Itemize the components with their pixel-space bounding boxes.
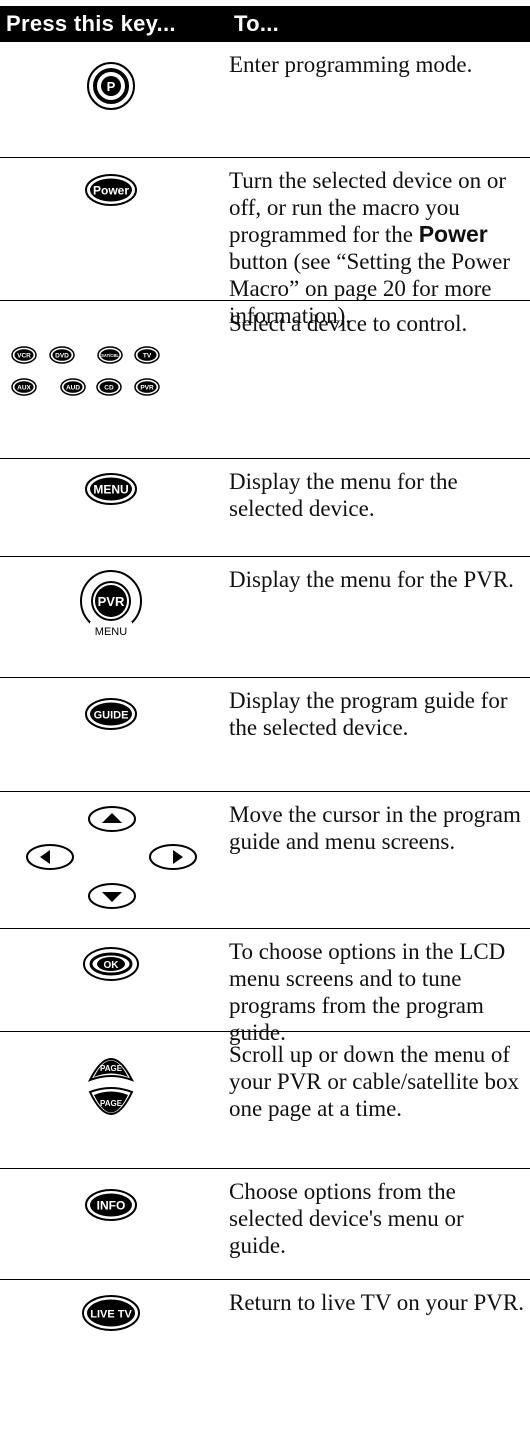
aux-button-icon: AUX [11, 378, 37, 396]
table-row-pvr-menu: PVR MENU Display the menu for the PVR. [0, 557, 530, 678]
menu-key: MENU [0, 459, 220, 556]
svg-text:LIVE TV: LIVE TV [90, 1309, 132, 1321]
svg-text:Power: Power [93, 184, 129, 198]
row-description: Enter programming mode. [229, 52, 473, 77]
p-button-icon: P [87, 62, 135, 110]
guide-key: GUIDE [0, 678, 220, 791]
svg-text:OK: OK [104, 960, 120, 971]
power-bold-word: Power [418, 221, 488, 247]
svg-text:MENU: MENU [93, 483, 128, 497]
ok-button-icon: OK [83, 947, 139, 981]
table-row-program: P Enter programming mode. [0, 42, 530, 158]
device-keys: VCR DVD SAT/CBL TV AUX AUD CD PVR [0, 301, 220, 458]
table-row-live-tv: LIVE TV Return to live TV on your PVR. [0, 1280, 530, 1400]
power-key: Power [0, 158, 220, 300]
svg-text:MENU: MENU [95, 626, 127, 638]
pvr-menu-button-icon: PVR MENU [80, 570, 142, 640]
svg-text:–: – [108, 1113, 114, 1125]
row-description: Return to live TV on your PVR. [229, 1290, 524, 1315]
info-button-icon: INFO [85, 1189, 137, 1221]
device-buttons-icon: VCR DVD SAT/CBL TV AUX AUD CD PVR [11, 346, 160, 396]
arrow-down-icon [88, 883, 136, 909]
sat-cbl-button-icon: SAT/CBL [97, 346, 123, 364]
tv-button-icon: TV [134, 346, 160, 364]
svg-text:DVD: DVD [55, 353, 69, 360]
svg-text:PAGE: PAGE [100, 1064, 123, 1073]
pvr-button-icon: PVR [134, 378, 160, 396]
table-row-ok: OK To choose options in the LCD menu scr… [0, 929, 530, 1045]
svg-text:+: + [108, 1050, 114, 1061]
arrow-right-icon [149, 844, 197, 870]
svg-text:AUX: AUX [17, 385, 31, 392]
table-header: Press this key... To... [0, 6, 530, 42]
svg-text:TV: TV [143, 353, 152, 360]
row-description: Select a device to control. [229, 311, 468, 336]
svg-text:P: P [107, 79, 116, 94]
row-description: Display the menu for the PVR. [229, 567, 514, 592]
page-keys: + PAGE PAGE – [0, 1032, 220, 1168]
svg-text:PVR: PVR [140, 385, 154, 392]
row-description: To choose options in the LCD menu screen… [229, 939, 506, 1045]
page-down-icon: PAGE – [88, 1087, 134, 1125]
table-row-arrows: Move the cursor in the program guide and… [0, 792, 530, 929]
page-up-icon: + PAGE [87, 1050, 135, 1082]
aud-button-icon: AUD [60, 378, 86, 396]
table-row-menu: MENU Display the menu for the selected d… [0, 459, 530, 557]
svg-text:SAT/CBL: SAT/CBL [101, 353, 119, 358]
svg-text:AUD: AUD [66, 385, 80, 392]
arrow-left-icon [26, 844, 74, 870]
svg-text:INFO: INFO [97, 1199, 126, 1213]
svg-text:GUIDE: GUIDE [94, 710, 129, 722]
row-description: Scroll up or down the menu of your PVR o… [229, 1042, 519, 1121]
svg-text:PVR: PVR [98, 594, 125, 609]
info-key: INFO [0, 1169, 220, 1279]
arrow-buttons-icon [26, 806, 197, 909]
row-description: Choose options from the selected device'… [229, 1179, 464, 1258]
program-key: P [0, 42, 220, 157]
guide-button-icon: GUIDE [85, 698, 137, 730]
cd-button-icon: CD [96, 378, 122, 396]
row-description: Display the menu for the selected device… [229, 469, 458, 521]
svg-text:VCR: VCR [17, 353, 31, 360]
header-to: To... [234, 11, 280, 36]
header-press-key: Press this key... [6, 11, 176, 36]
pvr-menu-key: PVR MENU [0, 557, 220, 677]
svg-text:CD: CD [104, 385, 114, 392]
ok-key: OK [0, 929, 220, 1031]
page-buttons-icon: + PAGE PAGE – [87, 1050, 135, 1125]
table-row-page: + PAGE PAGE – Scroll up or down the menu… [0, 1032, 530, 1169]
live-tv-key: LIVE TV [0, 1280, 220, 1400]
arrow-up-icon [88, 806, 136, 832]
row-description: Display the program guide for the select… [229, 688, 508, 740]
vcr-button-icon: VCR [11, 346, 37, 364]
table-row-power: Power Turn the selected device on or off… [0, 158, 530, 328]
table-row-info: INFO Choose options from the selected de… [0, 1169, 530, 1280]
table-row-device-keys: VCR DVD SAT/CBL TV AUX AUD CD PVR Select… [0, 301, 530, 459]
menu-button-icon: MENU [85, 473, 137, 505]
dvd-button-icon: DVD [49, 346, 75, 364]
arrow-keys [0, 792, 220, 928]
table-row-guide: GUIDE Display the program guide for the … [0, 678, 530, 792]
svg-text:PAGE: PAGE [100, 1099, 123, 1108]
row-description: Move the cursor in the program guide and… [229, 802, 521, 854]
live-tv-button-icon: LIVE TV [82, 1295, 140, 1331]
key-function-table: Press this key... To... P Enter programm… [0, 6, 530, 1400]
power-button-icon: Power [85, 174, 137, 206]
